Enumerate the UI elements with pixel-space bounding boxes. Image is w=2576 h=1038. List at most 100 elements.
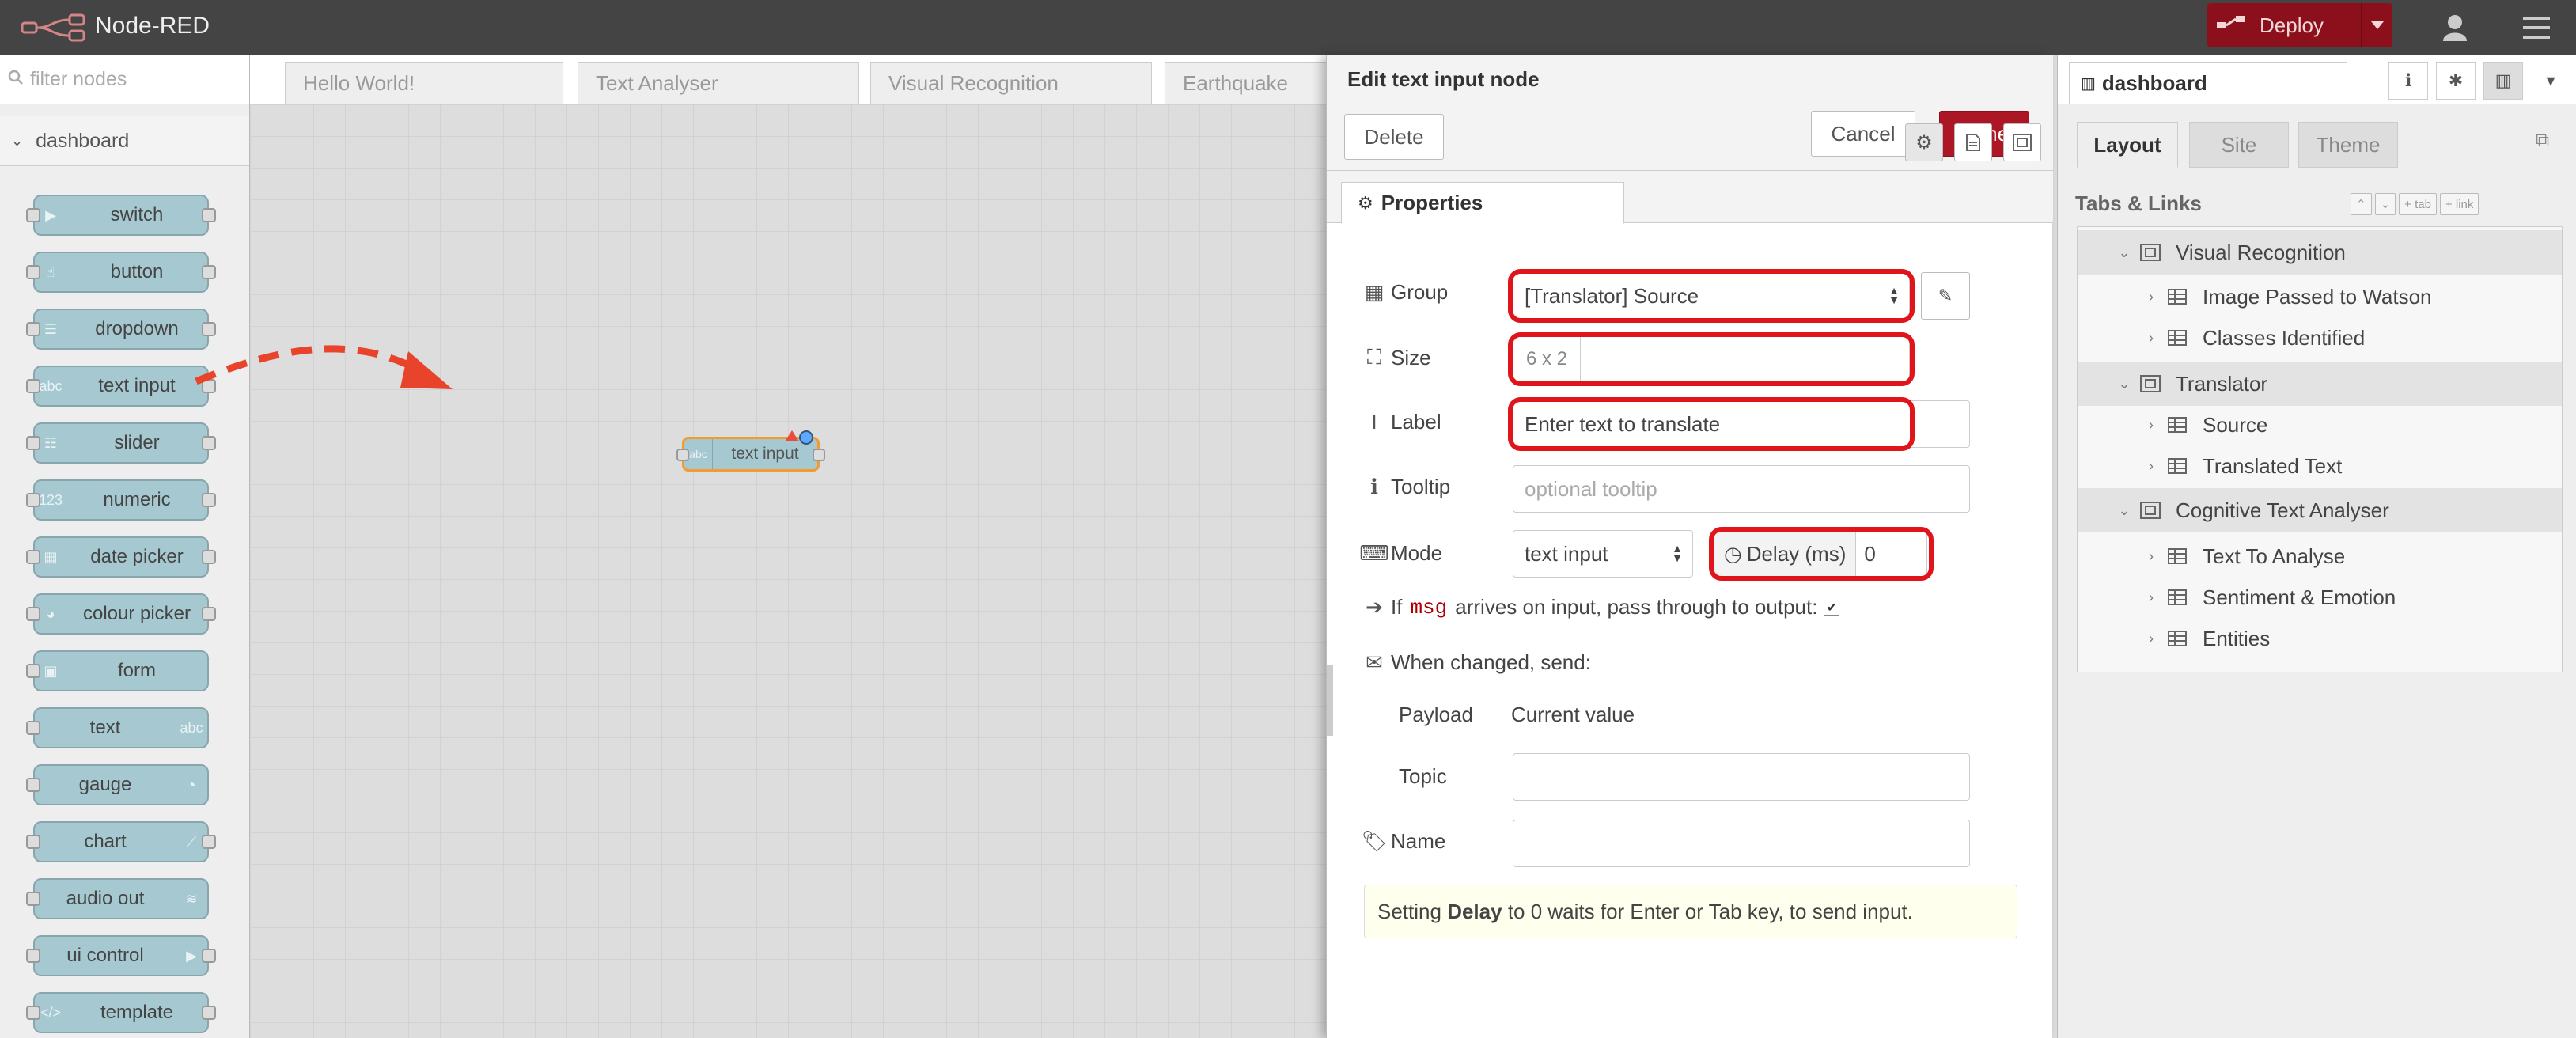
tree-group-row[interactable]: › Sentiment & Emotion (2078, 575, 2562, 619)
chevron-right-icon[interactable]: › (2141, 631, 2161, 647)
tree-group-row[interactable]: › Classes Identified (2078, 316, 2562, 360)
tab-theme[interactable]: Theme (2298, 122, 2398, 168)
chevron-right-icon[interactable]: › (2141, 330, 2161, 347)
delete-button[interactable]: Delete (1344, 114, 1444, 160)
tabs-links-heading: Tabs & Links (2075, 191, 2202, 215)
payload-value: Current value (1511, 703, 1635, 726)
tab-properties[interactable]: ⚙ Properties (1341, 182, 1624, 224)
chevron-down-icon[interactable]: ⌄ (2114, 244, 2135, 261)
palette-node-template[interactable]: </> template (26, 992, 216, 1033)
deploy-label: Deploy (2260, 13, 2324, 37)
tab-earthquake[interactable]: Earthquake (1165, 62, 1339, 104)
sidebar-tab-dashboard[interactable]: ▥ dashboard (2069, 62, 2347, 104)
name-input[interactable] (1513, 820, 1970, 867)
palette-node-audio-out[interactable]: audio out ≋ (26, 878, 209, 919)
settings-gear-button[interactable]: ⚙ (1905, 123, 1943, 161)
mode-select[interactable]: text input ▲ ▼ (1513, 530, 1693, 578)
tree-group-row[interactable]: › Translated Text (2078, 444, 2562, 488)
caret-down-icon[interactable]: ▾ (2531, 62, 2570, 100)
bar-chart-icon: ▥ (2081, 75, 2096, 93)
tree-group-row[interactable]: › Image Passed to Watson (2078, 275, 2562, 319)
collapse-all-button[interactable]: ⌃ (2351, 193, 2372, 215)
topic-input[interactable] (1513, 753, 1970, 801)
audio-icon: ≋ (185, 890, 198, 907)
passthrough-checkbox[interactable]: ✔ (1824, 599, 1840, 616)
highlight-group (1508, 269, 1915, 323)
chevron-right-icon[interactable]: › (2141, 417, 2161, 434)
when-changed-row: ✉ When changed, send: (1364, 650, 1591, 675)
chevron-right-icon[interactable]: › (2141, 458, 2161, 475)
frame-icon (2135, 243, 2166, 262)
chevron-right-icon[interactable]: › (2141, 289, 2161, 305)
tab-layout[interactable]: Layout (2077, 122, 2178, 168)
keyboard-icon: ⌨ (1359, 541, 1389, 565)
mode-row: ⌨ Mode (1359, 541, 1443, 565)
palette-node-form[interactable]: ▣ form (26, 650, 209, 691)
table-icon (2161, 589, 2193, 605)
tab-site[interactable]: Site (2189, 122, 2289, 168)
delay-tip: Setting Delay to 0 waits for Enter or Ta… (1364, 885, 2017, 938)
appearance-button[interactable] (2003, 123, 2041, 161)
tree-tab-row[interactable]: ⌄ Translator (2078, 362, 2562, 406)
tree-group-row[interactable]: › Text To Analyse (2078, 534, 2562, 578)
user-icon[interactable] (2434, 6, 2476, 49)
chevron-down-icon[interactable]: ⌄ (2114, 502, 2135, 519)
palette-node-chart[interactable]: chart ⟋ (26, 821, 216, 862)
palette-node-dropdown[interactable]: ☰ dropdown (26, 309, 216, 350)
gauge-icon: ◔ (187, 776, 196, 793)
add-link-button[interactable]: + link (2439, 193, 2479, 215)
palette-node-ui-control[interactable]: ui control ▶ (26, 935, 216, 976)
tree-toolbar: ⌃ ⌄ + tab + link (2351, 193, 2479, 215)
group-row: ▦ Group (1364, 280, 1449, 304)
chevron-down-icon[interactable]: ⌄ (2114, 376, 2135, 392)
tree-tab-row[interactable]: ⌄ Visual Recognition (2078, 230, 2562, 275)
top-header: Node-RED Deploy (0, 0, 2576, 55)
palette-node-numeric[interactable]: 123 numeric (26, 479, 216, 521)
menu-icon[interactable] (2513, 6, 2560, 49)
description-button[interactable] (1954, 123, 1992, 161)
filter-nodes-input[interactable]: filter nodes (0, 55, 249, 104)
tooltip-input[interactable]: optional tooltip (1513, 465, 1970, 513)
chevron-right-icon[interactable]: › (2141, 589, 2161, 606)
palette-node-switch[interactable]: ▶ switch (26, 195, 216, 236)
palette-node-text[interactable]: text abc (26, 707, 209, 748)
add-tab-button[interactable]: + tab (2399, 193, 2437, 215)
palette-node-gauge[interactable]: gauge ◔ (26, 764, 209, 805)
tree-item-label: Translated Text (2203, 453, 2343, 478)
tree-group-row[interactable]: › Entities (2078, 616, 2562, 661)
expand-icon: ⛶ (1366, 345, 1382, 369)
bug-icon[interactable]: ✱ (2436, 62, 2476, 100)
cancel-button[interactable]: Cancel (1811, 111, 1915, 157)
palette-node-text-input[interactable]: abc text input (26, 366, 216, 407)
tray-resize-handle[interactable] (1327, 665, 1333, 736)
tree-tab-row[interactable]: ⌄ Cognitive Text Analyser (2078, 488, 2562, 532)
tree-group-row[interactable]: › Source (2078, 403, 2562, 447)
palette-node-button[interactable]: ☝ button (26, 252, 216, 293)
flow-node-text-input[interactable]: abc text input (676, 437, 825, 472)
info-icon[interactable]: ℹ (2388, 62, 2428, 100)
flow-canvas[interactable] (250, 104, 1326, 1038)
edit-group-button[interactable]: ✎ (1921, 272, 1970, 320)
tab-hello-world[interactable]: Hello World! (285, 62, 563, 104)
deploy-dropdown-icon[interactable] (2361, 3, 2392, 47)
expand-all-button[interactable]: ⌄ (2374, 193, 2396, 215)
tooltip-row: ℹ Tooltip (1364, 475, 1450, 499)
tab-visual-recognition[interactable]: Visual Recognition (870, 62, 1152, 104)
palette-node-slider[interactable]: ☷ slider (26, 422, 216, 464)
chevron-right-icon[interactable]: › (2141, 548, 2161, 565)
workspace: Hello World! Text Analyser Visual Recogn… (250, 55, 1339, 1038)
dashboard-chart-icon[interactable]: ▥ (2483, 62, 2523, 100)
node-palette: filter nodes ⌄ dashboard ▶ switch ☝ button… (0, 55, 250, 1038)
open-external-icon[interactable]: ⧉ (2536, 130, 2549, 152)
text-cursor-icon: I (1371, 410, 1377, 434)
tree-item-label: Source (2203, 412, 2268, 437)
palette-node-colour-picker[interactable]: ◕ colour picker (26, 593, 216, 635)
palette-node-date-picker[interactable]: ▦ date picker (26, 536, 216, 578)
palette-category-dashboard[interactable]: ⌄ dashboard (0, 116, 249, 166)
table-icon (2161, 330, 2193, 346)
tree-item-label: Translator (2176, 371, 2268, 396)
tab-text-analyser[interactable]: Text Analyser (578, 62, 859, 104)
table-icon (2161, 548, 2193, 564)
deploy-button[interactable]: Deploy (2207, 3, 2392, 47)
tree-item-label: Image Passed to Watson (2203, 284, 2432, 309)
